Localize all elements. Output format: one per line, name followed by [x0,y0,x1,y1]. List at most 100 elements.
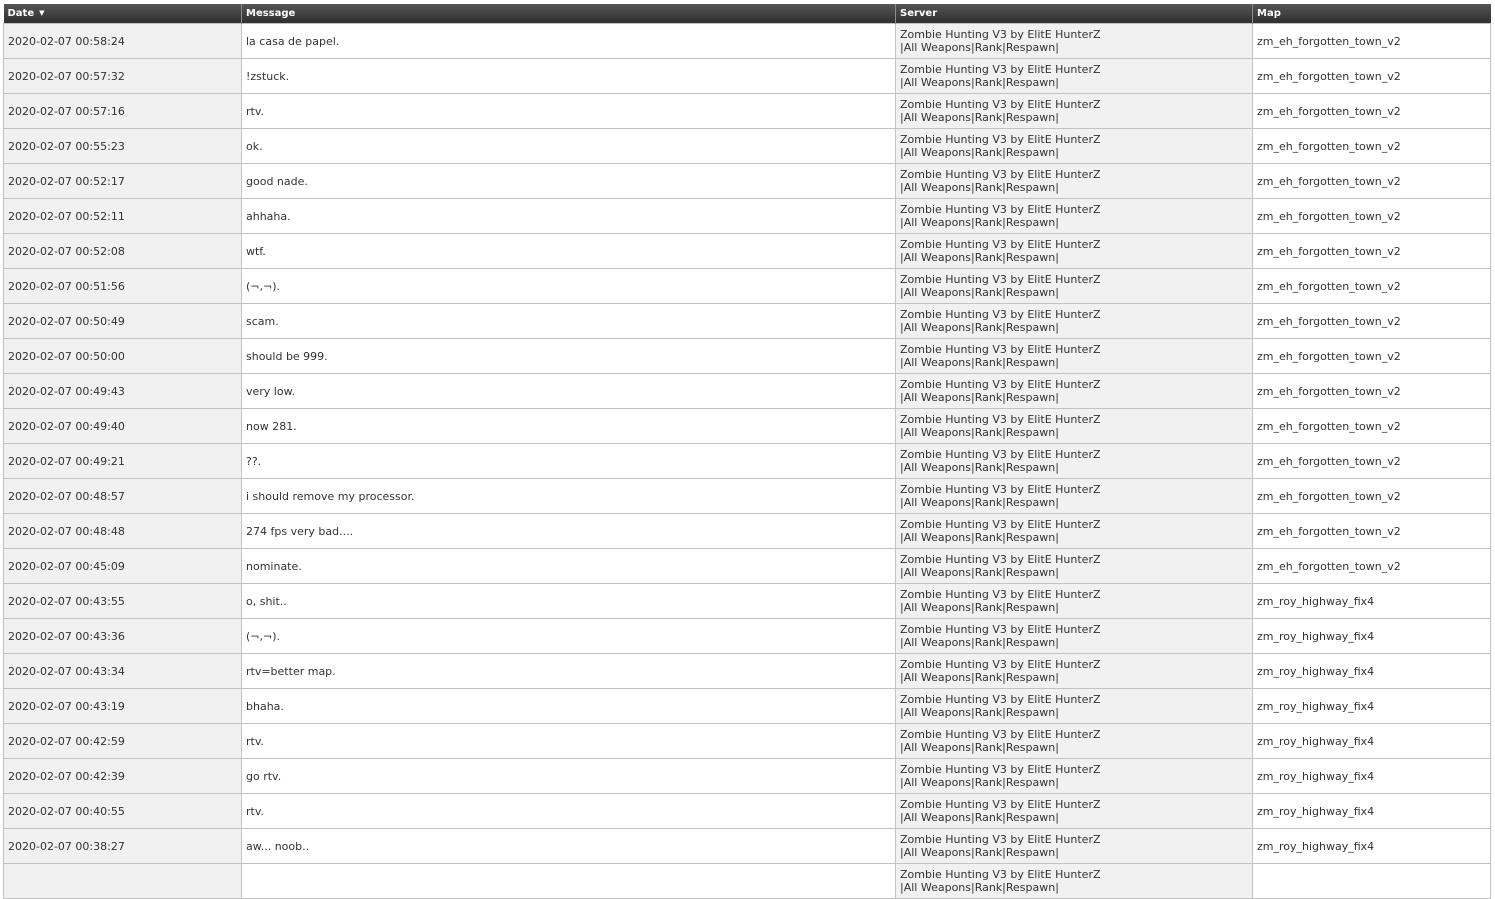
map-cell: zm_roy_highway_fix4 [1252,828,1491,864]
column-header-server-label: Server [900,8,938,19]
server-name: Zombie Hunting V3 by ElitE HunterZ |All … [900,98,1101,124]
server-cell: Zombie Hunting V3 by ElitE HunterZ |All … [895,443,1253,479]
message-cell: 274 fps very bad.... [241,513,896,549]
server-cell: Zombie Hunting V3 by ElitE HunterZ |All … [895,58,1253,94]
map-cell: zm_roy_highway_fix4 [1252,653,1491,689]
server-name: Zombie Hunting V3 by ElitE HunterZ |All … [900,448,1101,474]
map-cell: zm_eh_forgotten_town_v2 [1252,338,1491,374]
server-cell: Zombie Hunting V3 by ElitE HunterZ |All … [895,758,1253,794]
server-cell: Zombie Hunting V3 by ElitE HunterZ |All … [895,793,1253,829]
column-header-message-label: Message [246,8,296,19]
column-header-map-label: Map [1257,8,1281,19]
table-row: 2020-02-07 00:57:16 rtv. Zombie Hunting V3… [3,93,1491,129]
server-name: Zombie Hunting V3 by ElitE HunterZ |All … [900,238,1101,264]
server-cell: Zombie Hunting V3 by ElitE HunterZ |All … [895,478,1253,514]
header-row: Date ▼ Message Server Map [3,4,1491,24]
server-name: Zombie Hunting V3 by ElitE HunterZ |All … [900,693,1101,719]
message-cell: ok. [241,128,896,164]
map-cell: zm_roy_highway_fix4 [1252,618,1491,654]
date-cell: 2020-02-07 00:48:57 [3,478,242,514]
date-cell: 2020-02-07 00:52:11 [3,198,242,234]
column-header-map[interactable]: Map [1252,4,1491,24]
map-cell: zm_roy_highway_fix4 [1252,723,1491,759]
table-row: 2020-02-07 00:48:48 274 fps very bad.... Z… [3,513,1491,549]
table-row: 2020-02-07 00:49:21??. Zombie Hunting V3 … [3,443,1491,479]
map-cell: zm_roy_highway_fix4 [1252,688,1491,724]
server-name: Zombie Hunting V3 by ElitE HunterZ |All … [900,623,1101,649]
date-cell: 2020-02-07 00:40:55 [3,793,242,829]
map-cell: zm_eh_forgotten_town_v2 [1252,198,1491,234]
date-cell: 2020-02-07 00:51:56 [3,268,242,304]
server-cell: Zombie Hunting V3 by ElitE HunterZ |All … [895,408,1253,444]
map-cell: zm_eh_forgotten_town_v2 [1252,373,1491,409]
table-row: 2020-02-07 00:49:40 now 281. Zombie Huntin… [3,408,1491,444]
date-cell: 2020-02-07 00:50:00 [3,338,242,374]
server-cell: Zombie Hunting V3 by ElitE HunterZ |All … [895,828,1253,864]
server-cell: Zombie Hunting V3 by ElitE HunterZ |All … [895,373,1253,409]
map-cell: zm_eh_forgotten_town_v2 [1252,58,1491,94]
date-cell: 2020-02-07 00:43:34 [3,653,242,689]
server-cell: Zombie Hunting V3 by ElitE HunterZ |All … [895,583,1253,619]
server-cell: Zombie Hunting V3 by ElitE HunterZ |All … [895,548,1253,584]
server-name: Zombie Hunting V3 by ElitE HunterZ |All … [900,763,1101,789]
message-cell: rtv. [241,93,896,129]
map-cell: zm_eh_forgotten_town_v2 [1252,23,1491,59]
server-name: Zombie Hunting V3 by ElitE HunterZ |All … [900,658,1101,684]
server-cell: Zombie Hunting V3 by ElitE HunterZ |All … [895,303,1253,339]
map-cell: zm_eh_forgotten_town_v2 [1252,478,1491,514]
message-cell: very low. [241,373,896,409]
date-cell: 2020-02-07 00:52:08 [3,233,242,269]
date-cell: 2020-02-07 00:49:40 [3,408,242,444]
table-row: 2020-02-07 00:55:23 ok. Zombie Hunting V3 … [3,128,1491,164]
date-cell: 2020-02-07 00:42:59 [3,723,242,759]
map-cell: zm_roy_highway_fix4 [1252,583,1491,619]
date-cell: 2020-02-07 00:43:19 [3,688,242,724]
table-row: 2020-02-07 00:42:39 go rtv. Zombie Hunting… [3,758,1491,794]
message-cell: wtf. [241,233,896,269]
table-row: 2020-02-07 00:38:27 aw... noob.. Zombie Hu… [3,828,1491,864]
message-cell: (¬,¬). [241,618,896,654]
server-name: Zombie Hunting V3 by ElitE HunterZ |All … [900,133,1101,159]
server-name: Zombie Hunting V3 by ElitE HunterZ |All … [900,28,1101,54]
table-row: 2020-02-07 00:50:49 scam. Zombie Hunting V… [3,303,1491,339]
map-cell: zm_eh_forgotten_town_v2 [1252,548,1491,584]
message-cell: (¬,¬). [241,268,896,304]
map-cell: zm_roy_highway_fix4 [1252,758,1491,794]
message-cell: scam. [241,303,896,339]
server-name: Zombie Hunting V3 by ElitE HunterZ |All … [900,798,1101,824]
message-cell: rtv=better map. [241,653,896,689]
map-cell: zm_eh_forgotten_town_v2 [1252,408,1491,444]
date-cell: 2020-02-07 00:42:39 [3,758,242,794]
message-cell: should be 999. [241,338,896,374]
server-name: Zombie Hunting V3 by ElitE HunterZ |All … [900,413,1101,439]
column-header-message[interactable]: Message [241,4,896,24]
server-cell: Zombie Hunting V3 by ElitE HunterZ |All … [895,338,1253,374]
date-cell: 2020-02-07 00:55:23 [3,128,242,164]
server-cell: Zombie Hunting V3 by ElitE HunterZ |All … [895,723,1253,759]
date-cell: 2020-02-07 00:57:32 [3,58,242,94]
column-header-server[interactable]: Server [895,4,1253,24]
message-cell: la casa de papel. [241,23,896,59]
server-name: Zombie Hunting V3 by ElitE HunterZ |All … [900,588,1101,614]
message-cell: rtv. [241,793,896,829]
sort-descending-icon: ▼ [39,9,45,17]
table-row: 2020-02-07 00:57:32 !zstuck. Zombie Huntin… [3,58,1491,94]
server-name: Zombie Hunting V3 by ElitE HunterZ |All … [900,518,1101,544]
server-name: Zombie Hunting V3 by ElitE HunterZ |All … [900,553,1101,579]
table-row: 2020-02-07 00:43:36 (¬,¬). Zombie Hunting … [3,618,1491,654]
table-row: 2020-02-07 00:51:56 (¬,¬). Zombie Hunting … [3,268,1491,304]
server-cell: Zombie Hunting V3 by ElitE HunterZ |All … [895,163,1253,199]
column-header-date-label: Date [7,8,35,19]
message-cell: good nade. [241,163,896,199]
server-name: Zombie Hunting V3 by ElitE HunterZ |All … [900,168,1101,194]
column-header-date[interactable]: Date ▼ [3,4,242,24]
date-cell: 2020-02-07 00:45:09 [3,548,242,584]
table-row: 2020-02-07 00:50:00 should be 999. Zombie … [3,338,1491,374]
map-cell: zm_eh_forgotten_town_v2 [1252,163,1491,199]
message-cell: o, shit.. [241,583,896,619]
map-cell: zm_eh_forgotten_town_v2 [1252,233,1491,269]
server-name: Zombie Hunting V3 by ElitE HunterZ |All … [900,308,1101,334]
table-row: 2020-02-07 00:48:57 i should remove my pr… [3,478,1491,514]
message-cell: i should remove my processor. [241,478,896,514]
table-header: Date ▼ Message Server Map [3,4,1491,24]
